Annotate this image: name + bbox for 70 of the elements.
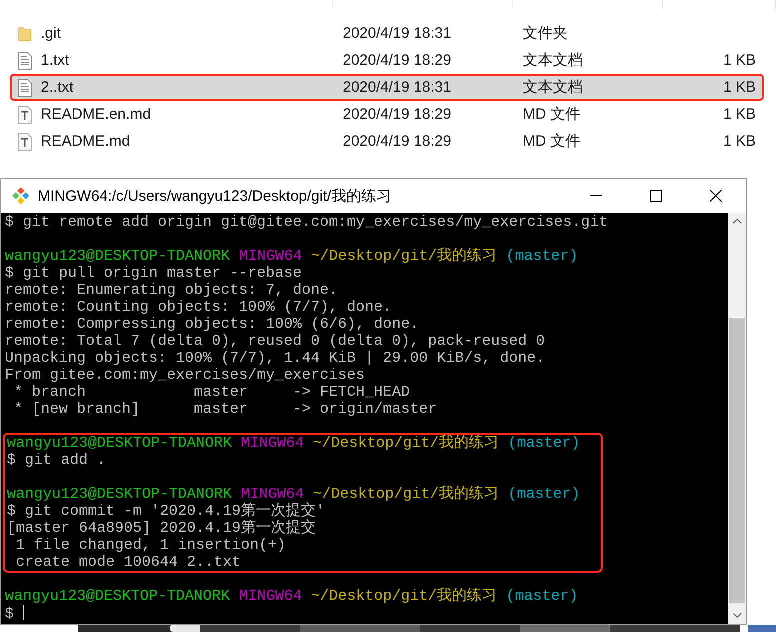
file-name: 1.txt [41, 52, 70, 69]
prompt-user: wangyu123@DESKTOP-TDANORK [5, 248, 230, 265]
modified-date: 2020/4/19 18:29 [343, 106, 452, 123]
file-row[interactable]: README.en.md 2020/4/19 18:29 MD 文件 1 KB [10, 101, 764, 128]
close-icon [710, 190, 722, 202]
file-type: MD 文件 [523, 133, 580, 150]
file-name: README.md [41, 133, 130, 150]
file-row[interactable]: 1.txt 2020/4/19 18:29 文本文档 1 KB [10, 47, 764, 74]
file-size: 1 KB [723, 133, 756, 150]
modified-date: 2020/4/19 18:29 [343, 52, 452, 69]
file-size: 1 KB [723, 52, 756, 69]
window-title: MINGW64:/c/Users/wangyu123/Desktop/git/我的练习 [38, 186, 392, 206]
file-row[interactable]: 2..txt 2020/4/19 18:31 文本文档 1 KB [10, 74, 764, 101]
prompt-path: ~/Desktop/git/我的练习 [311, 588, 498, 605]
prompt-symbol: $ [5, 606, 14, 623]
prompt-user: wangyu123@DESKTOP-TDANORK [7, 435, 232, 452]
terminal-line: $ git pull origin master --rebase [5, 265, 302, 282]
file-name: README.en.md [41, 106, 152, 123]
terminal-line: $ git add . [7, 452, 106, 469]
modified-date: 2020/4/19 18:31 [343, 79, 452, 96]
terminal-line: Unpacking objects: 100% (7/7), 1.44 KiB | 29.00 KiB/s, done. [5, 350, 546, 367]
prompt-user: wangyu123@DESKTOP-TDANORK [7, 486, 232, 503]
file-type: 文本文档 [523, 79, 583, 96]
prompt-user: wangyu123@DESKTOP-TDANORK [5, 588, 230, 605]
text-file-icon [18, 78, 32, 96]
terminal-line: * branch master -> FETCH_HEAD [13, 384, 410, 401]
terminal-line: remote: Counting objects: 100% (7/7), done. [5, 299, 392, 316]
terminal-line: $ git commit -m '2020.4.19第一次提交' [7, 503, 326, 520]
prompt-system: MINGW64 [239, 588, 302, 605]
terminal-line: create mode 100644 2..txt [15, 554, 242, 571]
terminal-line: * [new branch] master -> origin/master [13, 401, 438, 418]
terminal-line: [master 64a8905] 2020.4.19第一次提交 [7, 520, 316, 537]
prompt-system: MINGW64 [241, 435, 304, 452]
file-size: 1 KB [723, 106, 756, 123]
maximize-icon [650, 190, 662, 202]
terminal-line: From gitee.com:my_exercises/my_exercises [5, 367, 366, 384]
prompt-branch: (master) [508, 486, 580, 503]
prompt-branch: (master) [508, 435, 580, 452]
file-name: .git [41, 25, 62, 42]
prompt-branch: (master) [506, 588, 578, 605]
prompt-system: MINGW64 [239, 248, 302, 265]
prompt-system: MINGW64 [241, 486, 304, 503]
text-cursor [23, 605, 24, 620]
file-row[interactable]: .git 2020/4/19 18:31 文件夹 [10, 20, 764, 47]
terminal-line: remote: Enumerating objects: 7, done. [5, 282, 338, 299]
terminal-line: remote: Total 7 (delta 0), reused 0 (delta 0), pack-reused 0 [5, 333, 546, 350]
folder-icon [18, 26, 32, 42]
prompt-path: ~/Desktop/git/我的练习 [313, 486, 500, 503]
file-size: 1 KB [723, 79, 756, 96]
document-icon [18, 132, 32, 150]
scroll-up-icon[interactable] [732, 219, 742, 224]
file-row[interactable]: README.md 2020/4/19 18:29 MD 文件 1 KB [10, 128, 764, 155]
prompt-branch: (master) [506, 248, 578, 265]
prompt-path: ~/Desktop/git/我的练习 [311, 248, 498, 265]
terminal-line: $ git remote add origin git@gitee.com:my_exercises/my_exercises.git [5, 214, 608, 231]
file-type: 文本文档 [523, 52, 583, 69]
terminal-line: 1 file changed, 1 insertion(+) [15, 537, 286, 554]
git-logo-icon [12, 187, 30, 205]
document-icon [18, 106, 32, 124]
scrollbar[interactable] [728, 213, 746, 624]
minimize-icon [590, 195, 602, 197]
file-type: 文件夹 [523, 25, 568, 42]
file-type: MD 文件 [523, 106, 580, 123]
file-name: 2..txt [41, 79, 74, 96]
modified-date: 2020/4/19 18:29 [343, 133, 452, 150]
text-file-icon [18, 52, 32, 70]
terminal-line: remote: Compressing objects: 100% (6/6), done. [5, 316, 420, 333]
scroll-down-icon[interactable] [732, 613, 742, 618]
prompt-path: ~/Desktop/git/我的练习 [313, 435, 500, 452]
modified-date: 2020/4/19 18:31 [343, 25, 452, 42]
